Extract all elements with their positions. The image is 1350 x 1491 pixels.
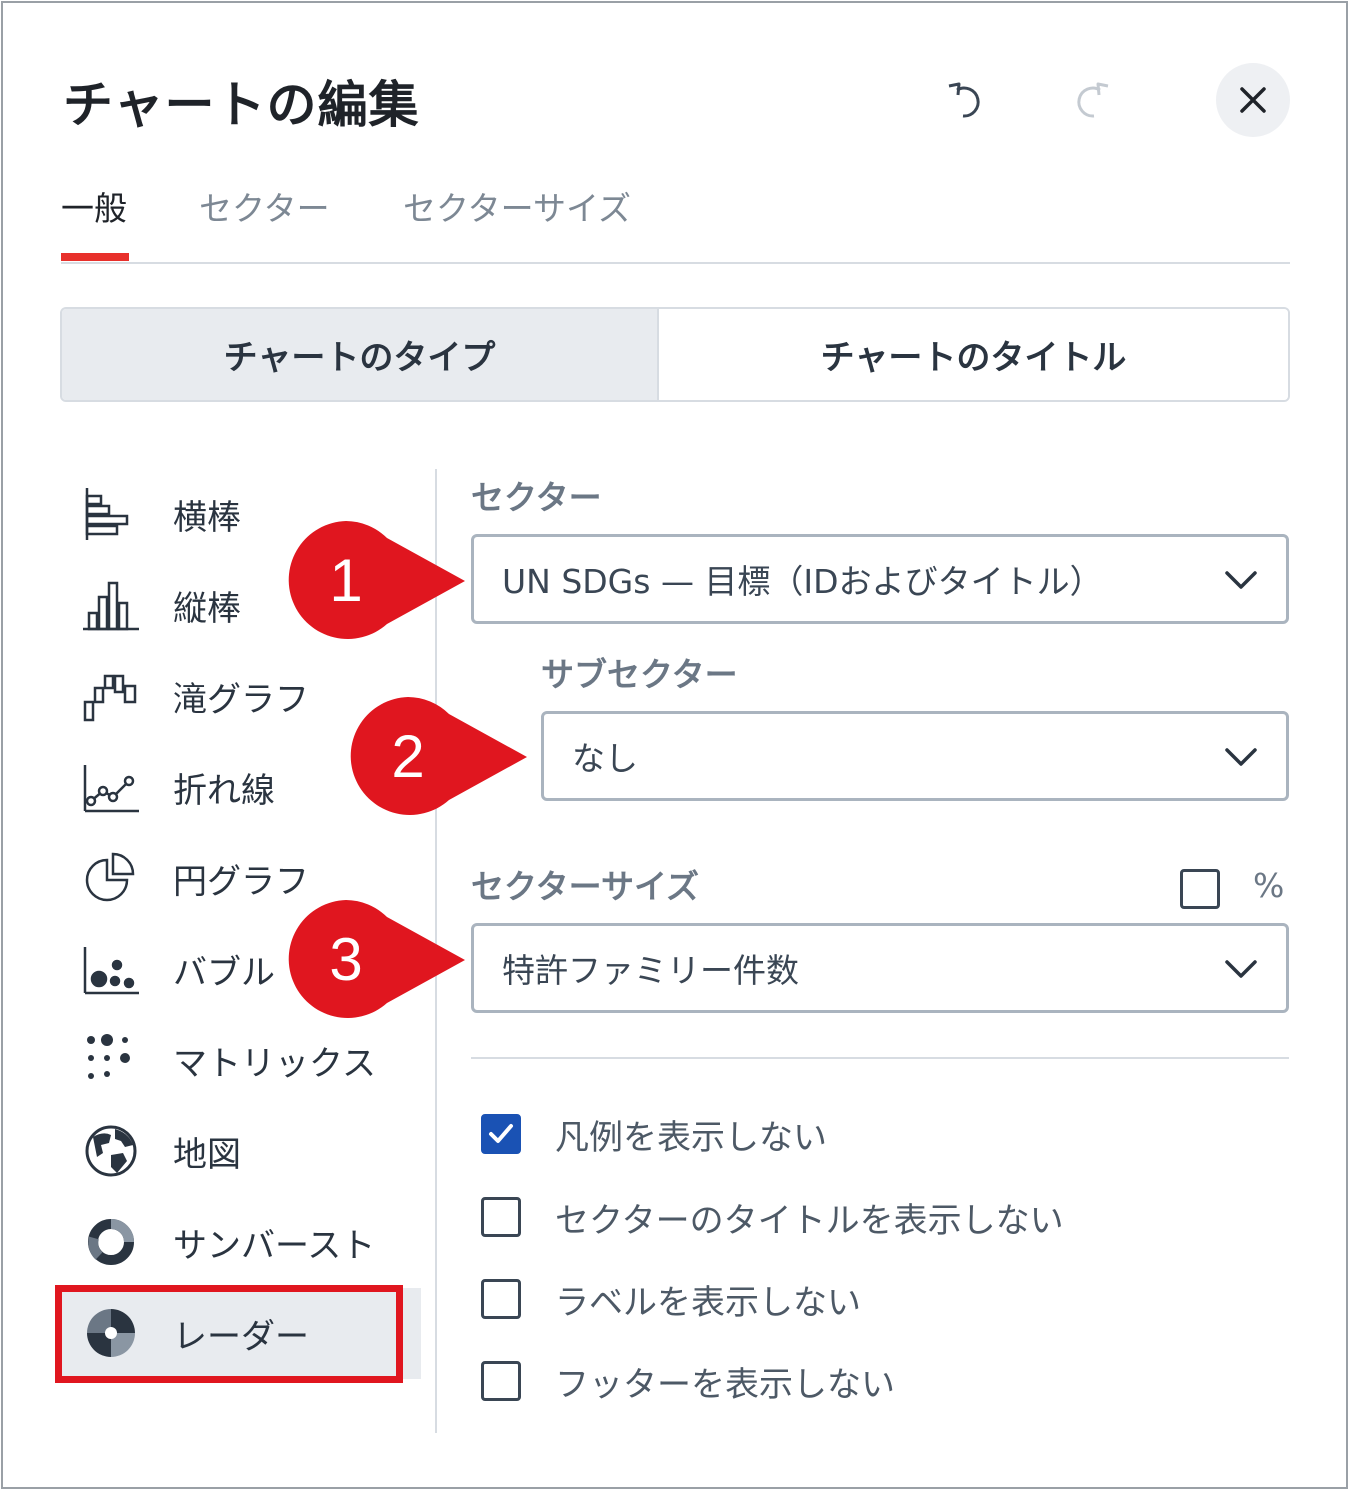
percent-checkbox[interactable] — [1180, 869, 1220, 909]
sector-size-select-value: 特許ファミリー件数 — [502, 951, 799, 990]
callout-number: 2 — [391, 722, 425, 790]
selected-chart-type-highlight — [55, 1285, 403, 1383]
hide-sector-title-option[interactable]: セクターのタイトルを表示しない — [481, 1197, 1181, 1241]
dialog-title: チャートの編集 — [63, 76, 420, 134]
chart-type-map[interactable]: 地図 — [61, 1106, 421, 1197]
hide-footer-option[interactable]: フッターを表示しない — [481, 1361, 1181, 1405]
undo-icon — [948, 82, 980, 118]
hide-legend-label: 凡例を表示しない — [555, 1118, 827, 1158]
hide-sector-title-label: セクターのタイトルを表示しない — [555, 1201, 1064, 1241]
hide-legend-option[interactable]: 凡例を表示しない — [481, 1114, 1181, 1158]
chart-title-segment[interactable]: チャートのタイトル — [659, 309, 1288, 400]
tab-sector-size[interactable]: セクターサイズ — [403, 182, 631, 230]
chart-type-label: 地図 — [173, 1135, 241, 1175]
active-tab-indicator — [61, 253, 129, 261]
sector-select[interactable]: UN SDGs — 目標（IDおよびタイトル） — [471, 534, 1289, 624]
sunburst-icon — [88, 1219, 134, 1265]
chart-type-label: 横棒 — [173, 498, 241, 538]
pie-chart-icon — [85, 852, 135, 902]
subsector-select-value: なし — [572, 739, 638, 778]
sector-label: セクター — [471, 478, 602, 517]
hide-footer-checkbox[interactable] — [481, 1361, 521, 1401]
subsector-select[interactable]: なし — [541, 711, 1289, 801]
tab-sector[interactable]: セクター — [199, 182, 330, 230]
bubble-chart-icon — [83, 947, 139, 995]
chevron-down-icon — [1225, 960, 1257, 978]
chart-type-label: 円グラフ — [173, 862, 309, 902]
callout-3: 3 — [287, 900, 467, 1020]
tab-bar: 一般 セクター セクターサイズ — [61, 178, 1290, 264]
subsector-label: サブセクター — [541, 655, 738, 694]
vertical-bar-icon — [83, 581, 139, 631]
globe-icon — [85, 1125, 137, 1177]
chart-type-label: サンバースト — [173, 1226, 376, 1266]
hide-labels-label: ラベルを表示しない — [555, 1283, 861, 1323]
sector-size-label: セクターサイズ — [471, 867, 700, 906]
waterfall-icon — [83, 674, 137, 722]
chart-settings-segmented-control: チャートのタイプ チャートのタイトル — [60, 307, 1290, 402]
hide-labels-checkbox[interactable] — [481, 1279, 521, 1319]
callout-2: 2 — [349, 697, 529, 817]
checkmark-icon — [489, 1124, 513, 1143]
close-button[interactable] — [1216, 63, 1290, 137]
chart-editor-dialog: チャートの編集 一般 セクター セクターサイズ チャートのタイプ チャートのタイ… — [1, 1, 1348, 1489]
chart-type-label: 滝グラフ — [173, 680, 309, 720]
callout-number: 1 — [329, 546, 363, 614]
callout-1: 1 — [287, 521, 467, 641]
chevron-down-icon — [1225, 748, 1257, 766]
tab-general[interactable]: 一般 — [61, 182, 127, 230]
chart-type-sunburst[interactable]: サンバースト — [61, 1197, 421, 1288]
percent-label: % — [1253, 866, 1285, 905]
hide-footer-label: フッターを表示しない — [555, 1365, 895, 1405]
chart-type-segment[interactable]: チャートのタイプ — [62, 309, 659, 400]
redo-icon — [1077, 82, 1109, 118]
redo-button[interactable] — [1061, 71, 1121, 131]
chart-type-label: バブル — [173, 953, 275, 993]
chart-type-label: 折れ線 — [173, 771, 275, 811]
undo-button[interactable] — [936, 71, 996, 131]
chart-type-matrix[interactable]: マトリックス — [61, 1015, 421, 1106]
close-icon — [1240, 87, 1266, 113]
hide-sector-title-checkbox[interactable] — [481, 1197, 521, 1237]
options-divider — [471, 1057, 1289, 1059]
horizontal-bar-icon — [85, 488, 129, 540]
hide-labels-option[interactable]: ラベルを表示しない — [481, 1279, 1181, 1323]
chart-type-label: マトリックス — [173, 1044, 376, 1084]
hide-legend-checkbox[interactable] — [481, 1114, 521, 1154]
callout-number: 3 — [329, 925, 363, 993]
sector-size-select[interactable]: 特許ファミリー件数 — [471, 923, 1289, 1013]
line-chart-icon — [83, 765, 139, 813]
matrix-icon — [87, 1034, 130, 1079]
chevron-down-icon — [1225, 571, 1257, 589]
sector-select-value: UN SDGs — 目標（IDおよびタイトル） — [502, 562, 1103, 601]
chart-type-label: 縦棒 — [173, 589, 241, 629]
